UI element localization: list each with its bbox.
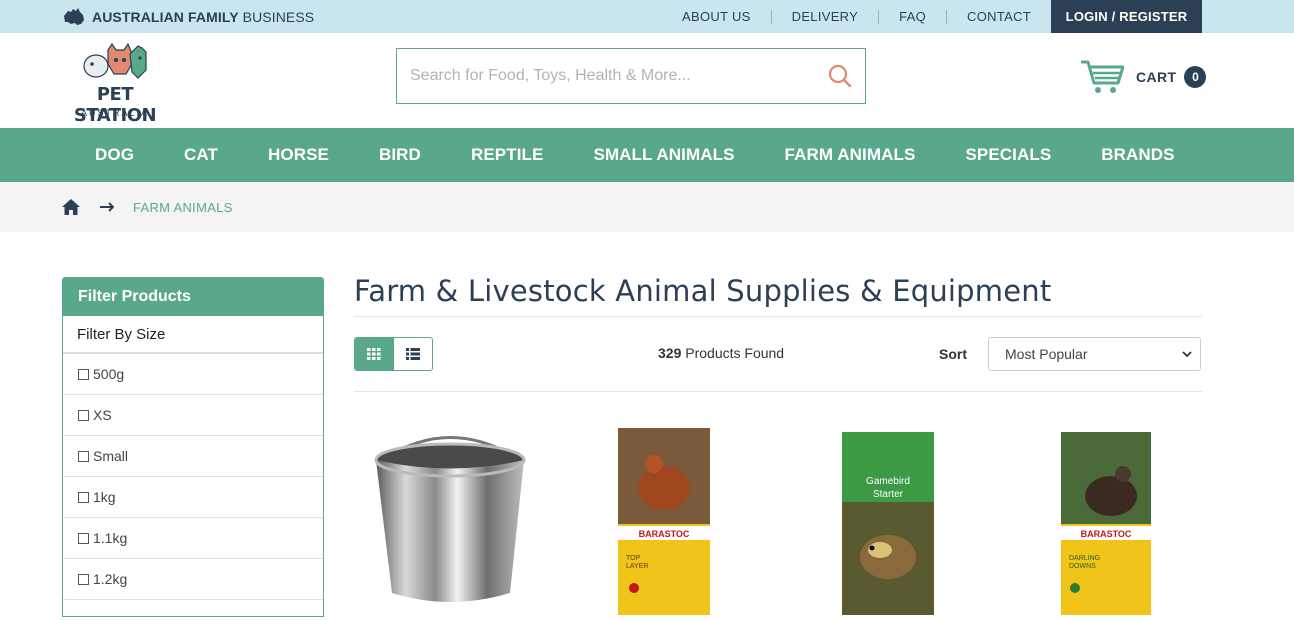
nav-specials[interactable]: SPECIALS (940, 145, 1076, 165)
nav-small-animals[interactable]: SMALL ANIMALS (568, 145, 759, 165)
about-us-link[interactable]: ABOUT US (662, 9, 772, 24)
products-found-text: 329 Products Found (658, 345, 785, 361)
search-input[interactable] (397, 67, 815, 85)
home-icon[interactable] (62, 199, 80, 215)
grid-view-button[interactable] (355, 338, 394, 370)
checkbox[interactable] (78, 532, 89, 544)
filter-size-heading[interactable]: Filter By Size (63, 316, 323, 354)
filter-option[interactable]: 500g (63, 354, 323, 395)
checkbox[interactable] (78, 409, 89, 421)
delivery-link[interactable]: DELIVERY (772, 9, 880, 24)
svg-text:Gamebird: Gamebird (866, 476, 910, 487)
pets-logo-icon (83, 42, 147, 79)
filter-option[interactable]: 1.1kg (63, 518, 323, 559)
product-image-top-layer[interactable]: BARASTOC TOP LAYER (618, 428, 710, 620)
faq-link[interactable]: FAQ (879, 9, 948, 24)
checkbox[interactable] (78, 573, 89, 585)
main-nav: DOG CAT HORSE BIRD REPTILE SMALL ANIMALS… (0, 128, 1294, 182)
brand-bold-text: AUSTRALIAN FAMILY (92, 8, 239, 25)
cart-count-badge: 0 (1184, 66, 1207, 88)
filter-title: Filter Products (63, 278, 323, 316)
filter-option[interactable]: 1kg (63, 477, 323, 518)
divider (354, 391, 1202, 392)
svg-text:BARASTOC: BARASTOC (639, 529, 690, 539)
page-title: Farm & Livestock Animal Supplies & Equip… (354, 274, 1052, 308)
nav-reptile[interactable]: REPTILE (446, 145, 569, 165)
filter-option[interactable]: XS (63, 395, 323, 436)
nav-brands[interactable]: BRANDS (1076, 145, 1199, 165)
sort-value: Most Popular (1005, 346, 1088, 362)
logo-subtitle: AUSTRALIA (80, 108, 149, 118)
filter-option[interactable]: Small (63, 436, 323, 477)
pet-station-logo[interactable]: PET STATION AUSTRALIA (60, 42, 170, 126)
product-image-bucket[interactable] (370, 405, 530, 620)
search-bar (396, 48, 866, 104)
svg-text:Starter: Starter (873, 489, 904, 500)
nav-farm-animals[interactable]: FARM ANIMALS (760, 145, 941, 165)
nav-cat[interactable]: CAT (159, 145, 243, 165)
svg-text:DARLING: DARLING (1069, 555, 1100, 562)
list-icon (405, 348, 420, 360)
australia-map-icon (64, 7, 84, 25)
cart-label: CART (1136, 69, 1177, 85)
filter-panel: Filter Products Filter By Size 500g XS S… (62, 277, 324, 617)
nav-horse[interactable]: HORSE (243, 145, 354, 165)
cart-icon (1081, 60, 1124, 93)
breadcrumb: FARM ANIMALS (0, 182, 1294, 232)
cart-button[interactable]: CART 0 (1080, 58, 1207, 96)
login-register-button[interactable]: LOGIN / REGISTER (1051, 0, 1202, 33)
nav-bird[interactable]: BIRD (354, 145, 446, 165)
top-links: ABOUT US DELIVERY FAQ CONTACT (662, 0, 1051, 33)
divider (354, 316, 1202, 317)
family-business-banner: AUSTRALIAN FAMILY BUSINESS (62, 0, 314, 33)
list-view-button[interactable] (394, 338, 433, 370)
svg-text:DOWNS: DOWNS (1069, 563, 1096, 570)
product-image-gamebird-starter[interactable]: Gamebird Starter (842, 432, 934, 620)
svg-text:BARASTOC: BARASTOC (1081, 529, 1132, 539)
filter-option[interactable]: 1.2kg (63, 559, 323, 600)
svg-text:LAYER: LAYER (626, 563, 648, 570)
chevron-down-icon (1182, 351, 1192, 358)
logo-wordmark: PET STATION (73, 84, 157, 126)
nav-dog[interactable]: DOG (70, 145, 159, 165)
checkbox[interactable] (78, 368, 89, 380)
svg-text:TOP: TOP (626, 555, 641, 562)
checkbox[interactable] (78, 491, 89, 503)
product-image-darling-downs[interactable]: BARASTOC DARLING DOWNS (1061, 432, 1151, 620)
checkbox[interactable] (78, 450, 89, 462)
sort-select[interactable]: Most Popular (988, 337, 1201, 371)
products-count: 329 (658, 345, 682, 361)
view-toggle (354, 337, 433, 371)
grid-icon (367, 348, 381, 360)
sort-label: Sort (939, 346, 967, 362)
arrow-right-icon (100, 202, 114, 212)
top-bar: AUSTRALIAN FAMILY BUSINESS ABOUT US DELI… (0, 0, 1294, 33)
contact-link[interactable]: CONTACT (947, 9, 1051, 24)
brand-text: BUSINESS (242, 8, 315, 25)
breadcrumb-current[interactable]: FARM ANIMALS (133, 200, 233, 215)
search-icon[interactable] (815, 49, 865, 103)
